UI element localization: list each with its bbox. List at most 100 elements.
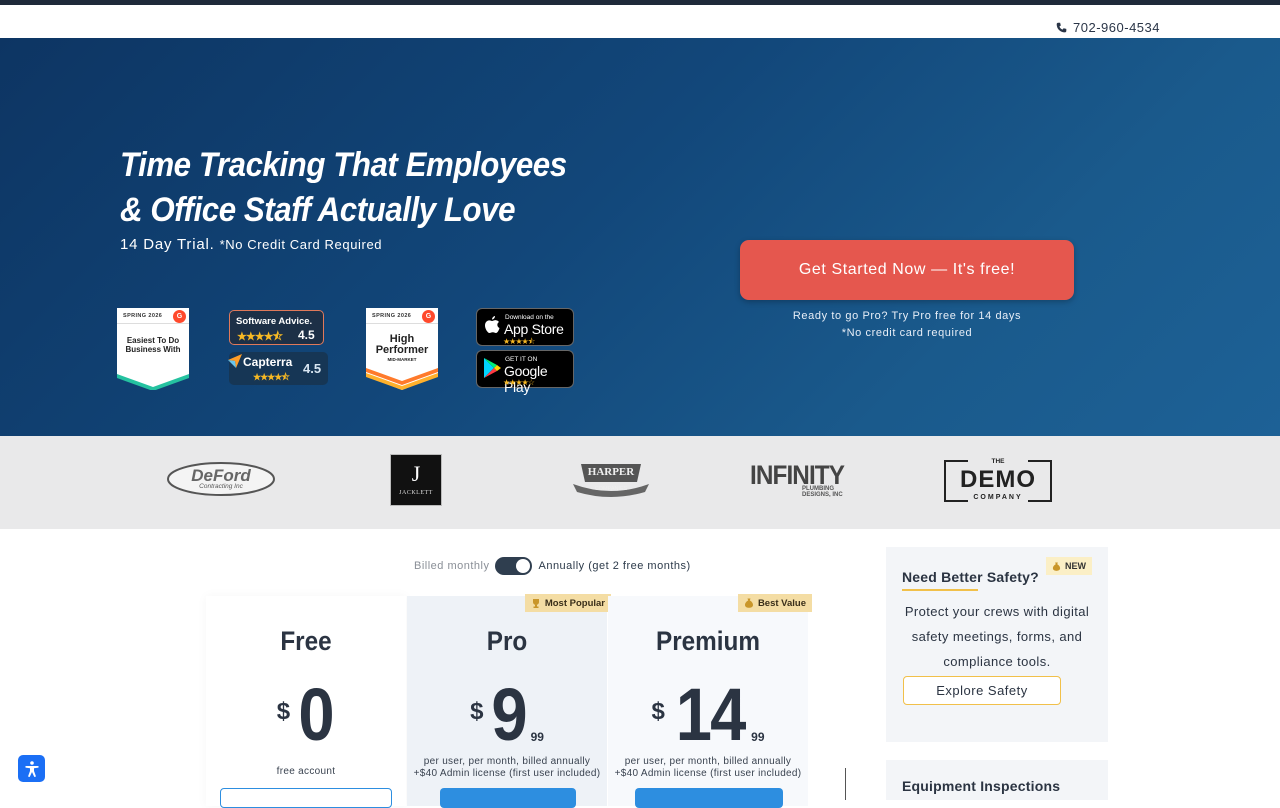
price-cents: 99 <box>751 730 765 744</box>
google-play-small: GET IT ON <box>505 356 538 363</box>
safety-description: Protect your crews with digital safety m… <box>904 604 1090 669</box>
billed-monthly-label[interactable]: Billed monthly <box>414 560 489 572</box>
ribbon-label: Best Value <box>757 597 806 609</box>
apple-icon <box>485 316 500 333</box>
free-plan-button[interactable] <box>220 788 392 808</box>
hero-title-line-2: & Office Staff Actually Love <box>120 191 516 229</box>
hero-subtitle: 14 Day Trial. *No Credit Card Required <box>120 236 382 253</box>
capterra-rating: 4.5 <box>303 361 322 376</box>
pro-plan-button[interactable] <box>440 788 576 808</box>
money-bag-icon <box>744 598 753 608</box>
harper-sub: COMPANIES <box>594 486 628 492</box>
hero-title-line-1: Time Tracking That Employees <box>120 146 567 184</box>
plan-name: Free <box>280 626 332 656</box>
price-currency: $ <box>651 698 665 725</box>
capterra-name: Capterra <box>243 355 293 369</box>
accessibility-button[interactable] <box>18 755 45 782</box>
cta-note-line-1: Ready to go Pro? Try Pro free for 14 day… <box>792 310 1022 322</box>
g2-high-text: High Performer MID-MARKET <box>366 334 438 363</box>
g2-easiest-line-2: Business With <box>125 345 181 354</box>
top-bar: 702-960-4534 <box>0 5 1280 38</box>
software-advice-stars: ★★★★⯪ <box>237 331 283 343</box>
demo-company-logo: THE DEMO COMPANY <box>944 458 1052 504</box>
jacklett-name: JACKLETT <box>399 490 433 496</box>
infinity-sub: PLUMBING DESIGNS, INC <box>802 486 843 498</box>
google-play-icon <box>484 358 501 378</box>
plan-note: free account <box>276 766 336 777</box>
price-currency: $ <box>470 698 484 725</box>
capterra-badge: Capterra ★★★★⯪ 4.5 <box>228 352 328 385</box>
demo-sub: COMPANY <box>973 494 1023 501</box>
explore-safety-button[interactable]: Explore Safety <box>903 676 1061 705</box>
new-badge: NEW <box>1046 557 1092 575</box>
g2-easiest-text: Easiest To Do Business With <box>117 336 189 354</box>
billing-toggle[interactable] <box>495 557 533 575</box>
price-amount: 0 <box>298 673 334 756</box>
equipment-promo-card: Equipment Inspections <box>886 760 1108 800</box>
capterra-logo-icon <box>228 354 242 368</box>
hero-section: Time Tracking That Employees & Office St… <box>0 38 1280 436</box>
plan-note-line-2: +$40 Admin license (first user included) <box>413 768 601 779</box>
plan-note-line-1: per user, per month, billed annually <box>423 756 591 767</box>
trophy-icon <box>532 599 539 608</box>
app-store-stars: ★★★★⯪ <box>503 337 535 346</box>
plan-card-pro: Most Popular Pro $ 9 99 per user, per mo… <box>407 594 611 808</box>
plan-price: $ 9 99 <box>407 678 607 752</box>
phone-number: 702-960-4534 <box>1073 20 1160 35</box>
best-value-ribbon: Best Value <box>737 594 812 612</box>
google-play-stars: ★★★★☆ <box>503 378 535 387</box>
accessibility-icon <box>25 760 38 777</box>
get-started-button[interactable]: Get Started Now — It's free! <box>740 240 1074 300</box>
phone-link[interactable]: 702-960-4534 <box>1056 20 1160 35</box>
jacklett-logo: J JACKLETT <box>390 454 442 506</box>
hero-title: Time Tracking That Employees & Office St… <box>120 143 598 233</box>
capterra-stars: ★★★★⯪ <box>253 372 290 382</box>
plan-note-line-1: per user, per month, billed annually <box>624 756 792 767</box>
deford-sub: Contracting Inc <box>199 483 243 490</box>
app-store-badge[interactable]: Download on the App Store ★★★★⯪ <box>476 308 574 346</box>
demo-the: THE <box>991 458 1005 465</box>
toggle-knob <box>516 559 531 573</box>
app-store-small: Download on the <box>505 314 554 321</box>
most-popular-ribbon: Most Popular <box>524 594 611 612</box>
plan-card-premium: Best Value Premium $ 14 99 per user, per… <box>608 594 812 808</box>
safety-promo-card: NEW Need Better Safety? Protect your cre… <box>886 547 1108 742</box>
g2-easiest-line-1: Easiest To Do <box>126 336 180 345</box>
trial-text: 14 Day Trial. <box>120 236 215 253</box>
demo-name: DEMO <box>960 466 1036 493</box>
plan-price: $ 0 <box>206 678 406 752</box>
premium-plan-button[interactable] <box>635 788 783 808</box>
infinity-sub-2: DESIGNS, INC <box>802 492 843 498</box>
price-amount: 14 <box>675 673 747 756</box>
deford-logo: DeFord Contracting Inc <box>167 462 275 496</box>
infinity-logo: INFINITY PLUMBING DESIGNS, INC <box>750 460 858 500</box>
app-store-big: App Store <box>504 321 564 337</box>
google-play-badge[interactable]: GET IT ON Google Play ★★★★☆ <box>476 350 574 395</box>
plan-name: Pro <box>486 626 528 656</box>
phone-icon <box>1056 22 1067 33</box>
safety-title: Need Better Safety? <box>902 569 1039 585</box>
price-currency: $ <box>276 698 291 725</box>
harper-name: HARPER <box>587 466 635 478</box>
g2-high-line-3: MID-MARKET <box>387 357 417 362</box>
g2-logo-icon: G <box>173 310 186 323</box>
plan-price: $ 14 99 <box>608 678 808 752</box>
jacklett-letter: J <box>411 461 421 486</box>
plan-note: per user, per month, billed annually +$4… <box>608 756 808 780</box>
billed-annually-label[interactable]: Annually (get 2 free months) <box>538 560 690 572</box>
cta-note-line-2: *No credit card required <box>841 327 973 339</box>
equipment-title: Equipment Inspections <box>902 778 1061 794</box>
g2-logo-icon: G <box>422 310 435 323</box>
money-bag-icon <box>1052 561 1061 571</box>
price-amount: 9 <box>491 673 528 756</box>
divider <box>845 768 846 800</box>
software-advice-badge: Software Advice. ★★★★⯪ 4.5 <box>229 310 324 345</box>
customer-logos: DeFord Contracting Inc J JACKLETT HARPER… <box>0 436 1280 529</box>
g2-high-line-2: Performer <box>375 344 429 356</box>
plan-card-free: Free $ 0 free account <box>206 596 406 808</box>
title-underline <box>902 589 978 591</box>
cta-note: Ready to go Pro? Try Pro free for 14 day… <box>740 308 1074 342</box>
new-badge-label: NEW <box>1065 561 1086 571</box>
plan-name: Premium <box>655 626 760 656</box>
harper-logo: HARPER COMPANIES <box>571 458 651 500</box>
